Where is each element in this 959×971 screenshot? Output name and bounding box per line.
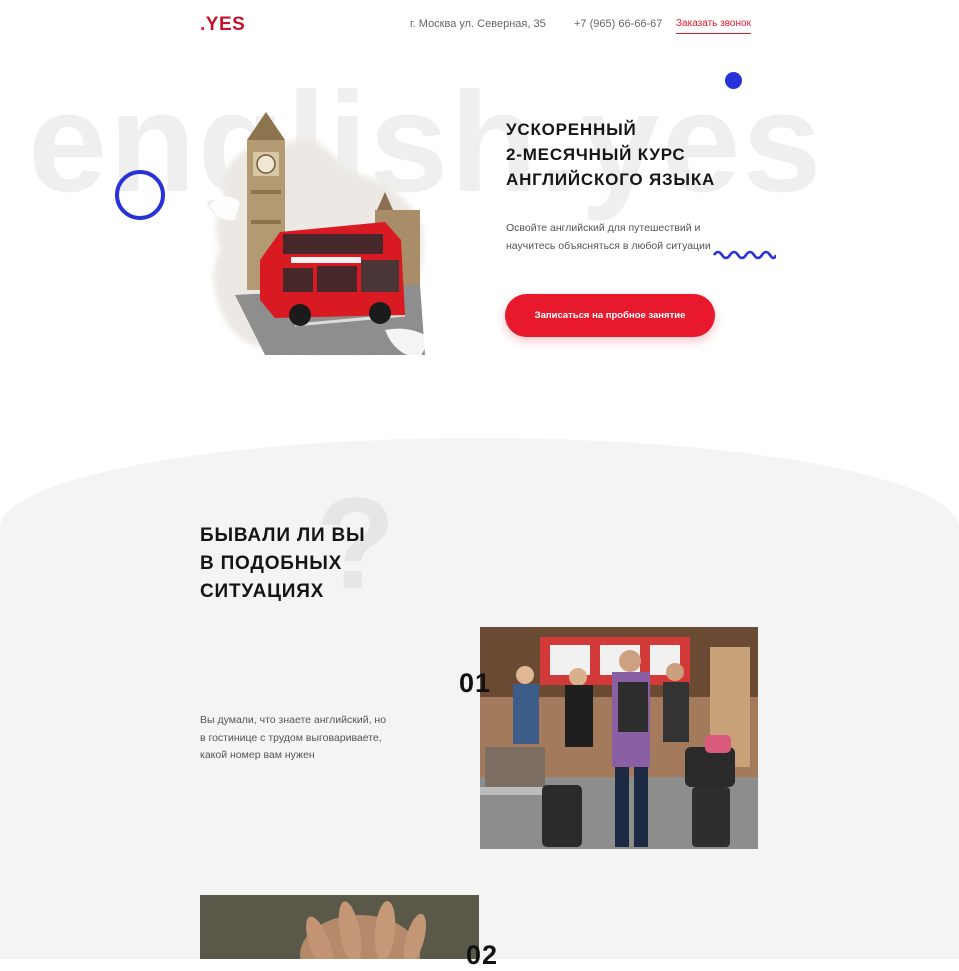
trial-lesson-button[interactable]: Записаться на пробное занятие [505, 294, 715, 337]
hero-title-line: АНГЛИЙСКОГО ЯЗЫКА [506, 170, 716, 189]
hero-title-line: УСКОРЕННЫЙ [506, 120, 637, 139]
situations-title: БЫВАЛИ ЛИ ВЫ В ПОДОБНЫХ СИТУАЦИЯХ [200, 522, 365, 606]
hero-image-london-bus [210, 112, 430, 358]
callback-link[interactable]: Заказать звонок [676, 18, 751, 34]
hero-title-line: 2-МЕСЯЧНЫЙ КУРС [506, 145, 686, 164]
logo-word: YES [205, 14, 246, 35]
situations-title-line: БЫВАЛИ ЛИ ВЫ [200, 525, 366, 546]
decor-circle-outline [115, 170, 165, 220]
situation-1-number: 01 [459, 668, 492, 698]
situation-1-text: Вы думали, что знаете английский, но в г… [200, 714, 387, 761]
hero-title: УСКОРЕННЫЙ 2-МЕСЯЧНЫЙ КУРС АНГЛИЙСКОГО Я… [506, 117, 715, 192]
header-phone[interactable]: +7 (965) 66-66-67 [574, 18, 662, 30]
situations-title-line: В ПОДОБНЫХ [200, 553, 343, 574]
logo[interactable]: .YES [200, 14, 245, 36]
decor-circle-dot [725, 72, 742, 89]
situation-1-image [480, 627, 758, 849]
situation-2-number: 02 [466, 940, 499, 970]
situation-2-image [200, 895, 479, 959]
header-address: г. Москва ул. Северная, 35 [410, 18, 546, 30]
hero-subtitle: Освойте английский для путешествий и нау… [506, 222, 711, 252]
situations-title-line: СИТУАЦИЯХ [200, 581, 325, 602]
